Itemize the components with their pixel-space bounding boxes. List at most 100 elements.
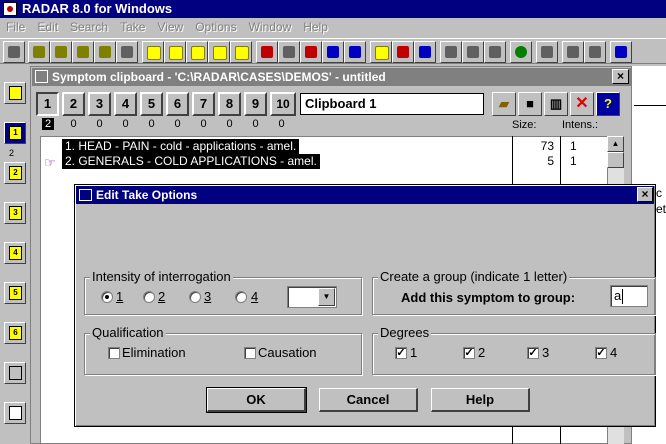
degree-checkbox-4[interactable]: ✓ <box>595 347 607 359</box>
clipboard-tab-6[interactable]: 6 <box>166 92 189 116</box>
menu-file[interactable]: File <box>0 18 31 37</box>
clipboard-tab-3[interactable]: 3 <box>88 92 111 116</box>
intensity-header: Intens.: <box>562 119 599 131</box>
binoculars-icon[interactable] <box>28 41 50 63</box>
intensity-radio-2[interactable] <box>143 291 155 303</box>
text-caret <box>622 289 623 304</box>
menu-help[interactable]: Help <box>297 18 334 37</box>
clipboard-tab-8[interactable]: 8 <box>218 92 241 116</box>
menu-take[interactable]: Take <box>114 18 151 37</box>
app-icon[interactable] <box>3 2 17 16</box>
group-label: Add this symptom to group: <box>401 290 576 305</box>
stamp-icon[interactable] <box>562 41 584 63</box>
clipboard-name-field[interactable]: Clipboard 1 <box>300 93 484 115</box>
menu-edit[interactable]: Edit <box>31 18 64 37</box>
clipboard-tab-2[interactable]: 2 <box>62 92 85 116</box>
copy-books-icon[interactable] <box>4 362 26 384</box>
delete-icon[interactable]: ✕ <box>570 92 594 116</box>
trash-icon[interactable]: ▥ <box>544 92 568 116</box>
help-icon[interactable] <box>610 41 632 63</box>
list-icon[interactable] <box>208 41 230 63</box>
intensity-radio-3[interactable] <box>189 291 201 303</box>
menu-view[interactable]: View <box>151 18 189 37</box>
repertory-icon[interactable] <box>50 41 72 63</box>
lamp-icon[interactable] <box>344 41 366 63</box>
book-5-button[interactable]: 5 <box>4 282 26 304</box>
map-icon[interactable] <box>440 41 462 63</box>
intensity-radio-4[interactable] <box>235 291 247 303</box>
group-letter-input[interactable]: a <box>610 285 648 307</box>
book-3-button[interactable]: 3 <box>4 202 26 224</box>
clipboard-tab-4[interactable]: 4 <box>114 92 137 116</box>
background-divider <box>634 105 666 106</box>
clipboard-count: 2 <box>42 118 54 130</box>
causation-checkbox[interactable] <box>244 347 256 359</box>
clipboard-tab-5[interactable]: 5 <box>140 92 163 116</box>
list-item[interactable]: 2. GENERALS - COLD APPLICATIONS - amel. <box>62 154 320 169</box>
clipboard-window-icon[interactable] <box>35 70 48 83</box>
clipboard-count: 0 <box>174 118 181 130</box>
copy-icon[interactable] <box>186 41 208 63</box>
diamond-icon[interactable] <box>510 41 532 63</box>
ok-button[interactable]: OK <box>206 387 307 413</box>
book-6-button[interactable]: 6 <box>4 322 26 344</box>
degree-checkbox-2[interactable]: ✓ <box>463 347 475 359</box>
qualification-title: Qualification <box>90 325 166 340</box>
chapter-icon[interactable] <box>142 41 164 63</box>
list-item[interactable]: 1. HEAD - PAIN - cold - applications - a… <box>62 139 300 154</box>
menu-window[interactable]: Window <box>243 18 298 37</box>
pen-icon[interactable] <box>94 41 116 63</box>
scroll-thumb[interactable] <box>607 152 624 168</box>
analysis-icon[interactable] <box>322 41 344 63</box>
help-button[interactable]: Help <box>431 388 530 412</box>
table-icon[interactable] <box>278 41 300 63</box>
notes-icon[interactable] <box>4 402 26 424</box>
print-icon[interactable] <box>484 41 506 63</box>
scissors-icon[interactable] <box>3 41 25 63</box>
globe-icon[interactable] <box>462 41 484 63</box>
rubric-icon[interactable] <box>164 41 186 63</box>
cancel-button[interactable]: Cancel <box>319 388 418 412</box>
print-icon-2[interactable] <box>536 41 558 63</box>
clipboard-tab-9[interactable]: 9 <box>244 92 267 116</box>
compare-icon[interactable] <box>414 41 436 63</box>
menu-search[interactable]: Search <box>64 18 114 37</box>
family-icon[interactable] <box>300 41 322 63</box>
clipboard-title-bar: Symptom clipboard - 'C:\RADAR\CASES\DEMO… <box>32 68 632 86</box>
ruler-icon[interactable] <box>256 41 278 63</box>
clipboard-tab-7[interactable]: 7 <box>192 92 215 116</box>
intensity-radio-label: 2 <box>158 289 166 304</box>
degree-checkbox-1[interactable]: ✓ <box>395 347 407 359</box>
book-1-button[interactable]: 1 <box>4 122 26 144</box>
dialog-title: Edit Take Options <box>96 188 198 202</box>
network-icon[interactable] <box>392 41 414 63</box>
scroll-up-icon[interactable]: ▲ <box>607 136 624 152</box>
elimination-checkbox[interactable] <box>108 347 120 359</box>
book-4-button[interactable]: 4 <box>4 242 26 264</box>
clipboard-count: 0 <box>148 118 155 130</box>
clipboard-tab-10[interactable]: 10 <box>270 92 296 116</box>
save-disk-icon[interactable]: ■ <box>518 92 542 116</box>
intensity-radio-1[interactable] <box>101 291 113 303</box>
stamp-icon-2[interactable] <box>584 41 606 63</box>
key-icon[interactable] <box>4 82 26 104</box>
grid-icon[interactable] <box>116 41 138 63</box>
dialog-icon[interactable] <box>79 189 92 201</box>
search-icon[interactable] <box>72 41 94 63</box>
chevron-down-icon[interactable]: ▼ <box>318 288 335 306</box>
menu-options[interactable]: Options <box>189 18 242 37</box>
degree-label: 2 <box>478 345 486 360</box>
degree-checkbox-3[interactable]: ✓ <box>527 347 539 359</box>
size-header: Size: <box>512 119 537 131</box>
book-2-button[interactable]: 2 <box>4 162 26 184</box>
clipboard-count: 0 <box>278 118 285 130</box>
help-icon[interactable]: ? <box>596 92 620 116</box>
clipboard-close-button[interactable]: × <box>612 69 629 84</box>
open-folder-icon[interactable]: ▰ <box>492 92 516 116</box>
degree-label: 4 <box>610 345 618 360</box>
book-count: 2 <box>9 148 15 158</box>
bug-icon[interactable] <box>370 41 392 63</box>
dialog-close-button[interactable]: × <box>637 187 653 202</box>
clipboard-tab-1[interactable]: 1 <box>36 92 59 116</box>
chart-icon[interactable] <box>230 41 252 63</box>
